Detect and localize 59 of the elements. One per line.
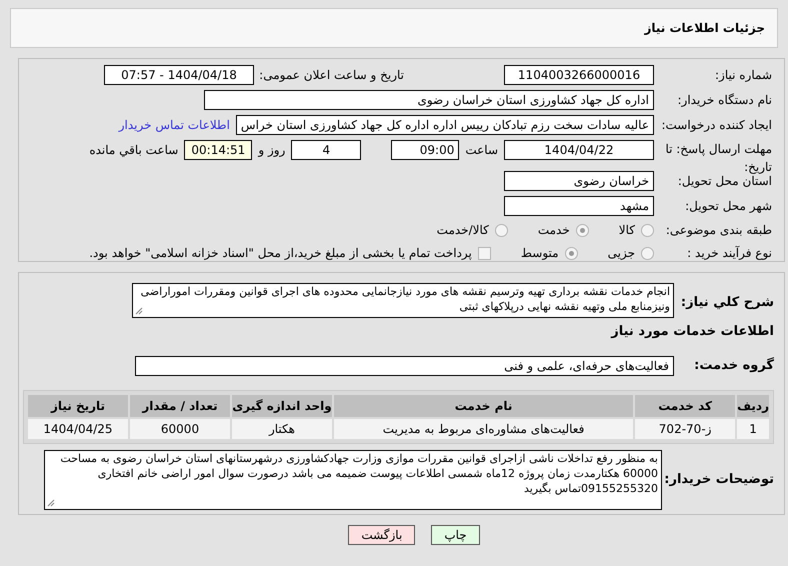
- table-cell: 1: [737, 418, 769, 438]
- field-label: توضیحات خریدار:: [663, 470, 774, 489]
- days-field: 4: [291, 140, 362, 160]
- column-header: واحد اندازه گیری: [232, 394, 332, 416]
- city-field: مشهد: [504, 196, 654, 216]
- field-label: ایجاد کننده درخواست:: [660, 117, 772, 134]
- checkbox[interactable]: [478, 246, 491, 260]
- back-button[interactable]: بازگشت: [348, 524, 416, 544]
- announce-date-field: 1404/04/18 - 07:57: [104, 65, 254, 85]
- column-header: تعداد / مقدار: [130, 394, 230, 416]
- column-header: کد خدمت: [635, 394, 736, 416]
- radio-label: خدمت: [538, 222, 570, 239]
- column-header: تاریخ نیاز: [28, 394, 128, 416]
- radio-button[interactable]: [576, 224, 589, 236]
- radio-label: کالا: [618, 222, 635, 239]
- radio-label: جزیی: [608, 245, 635, 262]
- table-cell: 60000: [130, 418, 230, 438]
- column-header: ردیف: [737, 394, 769, 416]
- table-cell: فعالیت‌های مشاوره‌ای مربوط به مدیریت: [334, 418, 634, 438]
- remaining-time-field: 00:14:51: [184, 140, 252, 160]
- page-title: جزئیات اطلاعات نیاز: [644, 20, 765, 37]
- field-label: نوع فرآیند خرید :: [686, 245, 772, 262]
- radio-label: متوسط: [520, 245, 559, 262]
- deadline-time-field: 09:00: [391, 140, 460, 160]
- radio-button[interactable]: [641, 246, 654, 260]
- section-heading: اطلاعات خدمات مورد نیاز: [610, 323, 774, 341]
- field-label: شهر محل تحویل:: [684, 198, 772, 215]
- description-textarea[interactable]: انجام خدمات نقشه برداری تهیه وترسیم نقشه های مورد نیازجانمایی محدوده های اجرای قوانین ومقررات اموراراضی ونیزمنابع ملی وتهیه نقشه نهایی درپلاکهای ثبتی: [132, 283, 674, 318]
- field-label: نام دستگاه خریدار:: [676, 92, 772, 109]
- field-label: مهلت ارسال پاسخ: تا تاریخ:: [664, 141, 772, 176]
- column-header: نام خدمت: [334, 394, 634, 416]
- field-label: شماره نیاز:: [714, 67, 772, 84]
- print-button[interactable]: چاپ: [431, 524, 480, 544]
- radio-label: کالا/خدمت: [436, 222, 489, 239]
- field-label: طبقه بندی موضوعی:: [664, 222, 772, 239]
- need-number-field: 1104003266000016: [504, 65, 654, 85]
- service-group-field: فعالیت‌های حرفه‌ای، علمی و فنی: [135, 356, 674, 376]
- deadline-date-field: 1404/04/22: [504, 140, 654, 160]
- field-label: گروه خدمت:: [693, 356, 774, 375]
- time-label: ساعت: [465, 142, 498, 159]
- radio-button[interactable]: [564, 246, 578, 260]
- buyer-notes-textarea[interactable]: به منظور رفع تداخلات ناشی ازاجرای قوانین مقررات موازی وزارت جهادکشاورزی درشهرستانهای استان خراسان رضوی به مساحت 60000 هکتارمدت زمان پروژه 12ماه شمسی اطلاعات پیوست ضمیمه می باشد درصورت سوال امور اراضی خانم افتخاری 09155255320تماس بگیرید: [44, 450, 662, 510]
- table-cell: ز-70-702: [635, 418, 736, 438]
- field-label: تاریخ و ساعت اعلان عمومی:: [258, 67, 404, 84]
- province-field: خراسان رضوی: [504, 171, 654, 191]
- resize-grip-icon[interactable]: [135, 307, 143, 315]
- remaining-label: ساعت باقي مانده: [89, 142, 178, 159]
- table-cell: هکتار: [232, 418, 332, 438]
- field-label: شرح کلي نياز:: [680, 294, 774, 312]
- treasury-label: پرداخت تمام یا بخشی از مبلغ خرید،از محل "اسناد خزانه اسلامی" خواهد بود.: [89, 245, 472, 262]
- table-cell: 1404/04/25: [28, 418, 128, 438]
- creator-field: عالیه سادات سخت رزم تبادکان رییس اداره اداره کل جهاد کشاورزی استان خراس: [236, 115, 654, 135]
- buyer-contact-link[interactable]: اطلاعات تماس خریدار: [118, 116, 230, 134]
- days-label: روز و: [258, 142, 286, 159]
- resize-grip-icon[interactable]: [47, 498, 55, 506]
- field-label: استان محل تحویل:: [676, 174, 772, 190]
- radio-button[interactable]: [641, 224, 654, 236]
- radio-button[interactable]: [494, 224, 508, 236]
- buyer-org-field: اداره کل جهاد کشاورزی استان خراسان رضوی: [204, 90, 654, 110]
